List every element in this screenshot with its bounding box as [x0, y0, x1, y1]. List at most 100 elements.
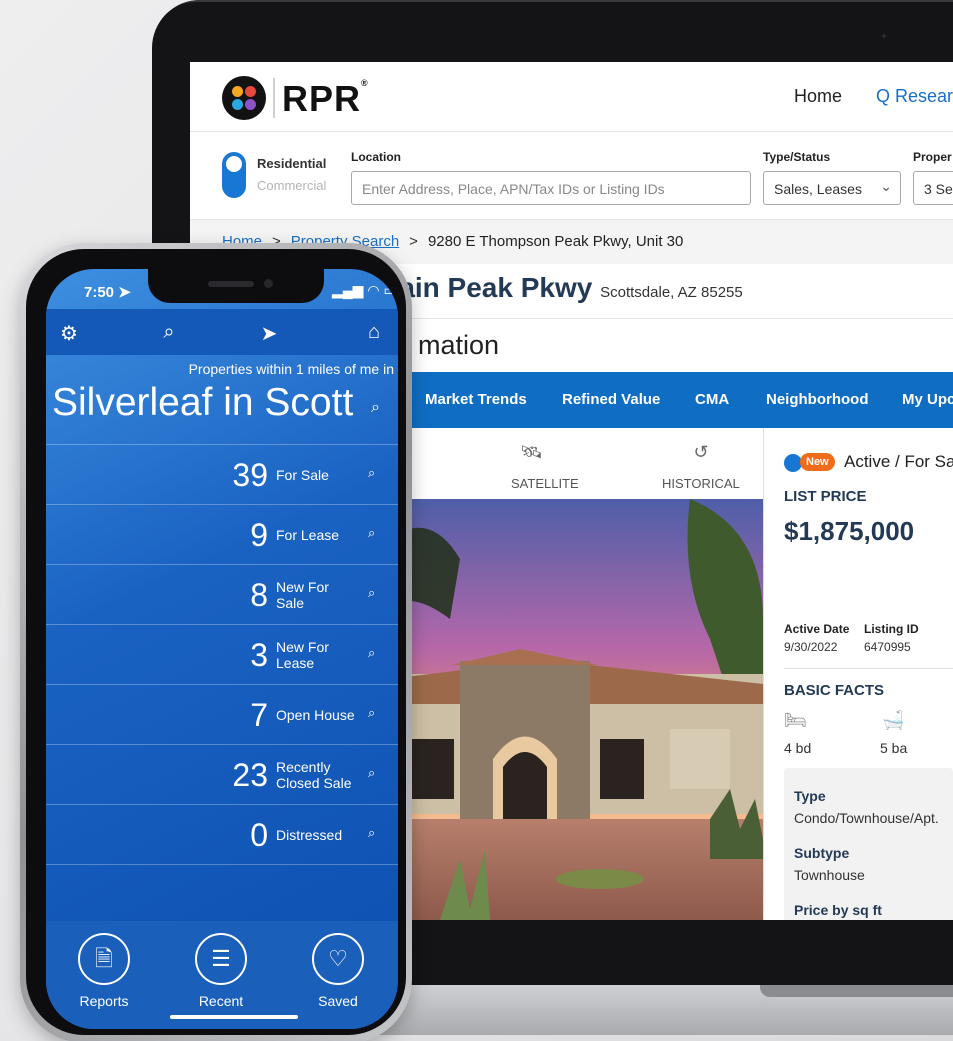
search-icon: ⌕ [368, 585, 376, 600]
list-item-for-lease[interactable]: 9 For Lease ⌕ [46, 505, 398, 565]
nav-research-link[interactable]: Q Resear [876, 86, 953, 107]
property-city: Scottsdale, AZ 85255 [600, 284, 743, 301]
nav-home-link[interactable]: Home [794, 86, 842, 107]
history-icon: ↺ [693, 442, 709, 462]
search-icon: ⌕ [368, 705, 376, 720]
listing-panel: New Active / For Sa LIST PRICE $1,875,00… [764, 428, 953, 920]
tab-refined-value[interactable]: Refined Value [562, 391, 660, 408]
search-icon: ⌕ [368, 825, 376, 840]
bath-icon: 🛁 [882, 710, 905, 730]
toggle-residential-label[interactable]: Residential [257, 156, 326, 171]
satellite-icon: 🛰 [520, 442, 543, 462]
list-item-new-for-lease[interactable]: 3 New For Lease ⌕ [46, 625, 398, 685]
bed-icon: 🛏 [784, 710, 807, 730]
subtype-label: Subtype [794, 845, 850, 861]
saved-heart-icon[interactable]: ♡ [312, 933, 364, 985]
property-type-select[interactable]: 3 Se [913, 171, 953, 205]
property-photo[interactable] [390, 499, 763, 920]
section-subtitle: mation [418, 330, 500, 360]
breadcrumb-current: 9280 E Thompson Peak Pkwy, Unit 30 [427, 233, 684, 250]
property-type-label: Proper [913, 150, 952, 164]
laptop-camera [882, 34, 886, 38]
chevron-down-icon: ⌄ [880, 178, 892, 194]
label: Distressed [276, 827, 343, 843]
count: 9 [250, 517, 268, 553]
baths-value: 5 ba [880, 740, 908, 756]
subtype-value: Townhouse [794, 867, 865, 883]
list-item-new-for-sale[interactable]: 8 New For Sale ⌕ [46, 565, 398, 625]
count: 8 [250, 577, 268, 613]
type-value: Condo/Townhouse/Apt. [794, 810, 939, 826]
neighborhood-search-icon[interactable]: ⌕ [371, 399, 380, 417]
app-toolbar [46, 309, 398, 355]
search-bar: Residential Commercial Location Enter Ad… [190, 132, 953, 220]
list-price-label: LIST PRICE [784, 488, 867, 505]
count: 0 [250, 817, 268, 853]
tab-reports[interactable]: Reports [64, 993, 144, 1009]
navigation-arrow-icon[interactable]: ➤ [256, 321, 282, 346]
new-badge: New [800, 453, 835, 471]
neighborhood-title[interactable]: Silverleaf in Scott [52, 381, 380, 425]
count: 39 [232, 457, 268, 493]
map-view-options: ET 🛰 SATELLITE ↺ HISTORICAL [390, 428, 763, 500]
count: 23 [232, 757, 268, 793]
search-icon: ⌕ [368, 765, 376, 780]
home-icon[interactable]: ⌂ [361, 321, 387, 344]
listing-id-label: Listing ID [864, 622, 919, 636]
active-date: 9/30/2022 [784, 640, 838, 654]
search-icon[interactable]: ⌕ [156, 321, 182, 344]
label: New For Sale [276, 579, 329, 611]
bottom-tab-bar: 🗎 Reports ☰ Recent ♡ Saved [46, 921, 398, 1029]
tab-recent[interactable]: Recent [181, 993, 261, 1009]
label: Open House [276, 707, 355, 723]
price-sqft-label: Price by sq ft [794, 902, 882, 918]
recent-list-icon[interactable]: ☰ [195, 933, 247, 985]
listing-id: 6470995 [864, 640, 911, 654]
list-price: $1,875,000 [784, 516, 915, 546]
tab-my-updates[interactable]: My Upc [902, 391, 953, 408]
label: New For Lease [276, 639, 329, 671]
toggle-commercial-label[interactable]: Commercial [257, 178, 326, 193]
label: For Lease [276, 527, 340, 543]
list-item-for-sale[interactable]: 39 For Sale ⌕ [46, 445, 398, 505]
search-icon: ⌕ [368, 525, 376, 540]
list-item-recently-closed[interactable]: 23 Recently Closed Sale ⌕ [46, 745, 398, 805]
tab-cma[interactable]: CMA [695, 391, 729, 408]
status-time: 7:50 ➤ [84, 284, 131, 301]
location-label: Location [351, 150, 401, 164]
location-input[interactable]: Enter Address, Place, APN/Tax IDs or Lis… [351, 171, 751, 205]
map-option-satellite[interactable]: SATELLITE [511, 476, 579, 491]
settings-gear-icon[interactable]: ⚙ [56, 321, 82, 346]
home-indicator [170, 1015, 298, 1019]
basic-facts-heading: BASIC FACTS [784, 682, 885, 699]
search-icon: ⌕ [368, 645, 376, 660]
map-option-historical[interactable]: HISTORICAL [662, 476, 740, 491]
property-facts-card: Type Condo/Townhouse/Apt. Subtype Townho… [784, 768, 953, 920]
brand-name: RPR® [282, 78, 369, 119]
active-date-label: Active Date [784, 622, 850, 636]
reports-document-icon[interactable]: 🗎 [78, 933, 130, 985]
tab-saved[interactable]: Saved [298, 993, 378, 1009]
phone-screen: 7:50 ➤ ▂▄▆ ◠ ▭ ⚙ ⌕ ➤ ⌂ Properties within… [46, 269, 398, 1029]
type-label: Type [794, 788, 826, 804]
property-address-title: tain Peak Pkwy Scottsdale, AZ 85255 [390, 272, 743, 303]
list-item-distressed[interactable]: 0 Distressed ⌕ [46, 805, 398, 865]
status-icons: ▂▄▆ ◠ ▭ [332, 282, 397, 298]
tab-neighborhood[interactable]: Neighborhood [766, 391, 868, 408]
count: 3 [250, 637, 268, 673]
listing-status: Active / For Sa [844, 452, 953, 471]
label: Recently Closed Sale [276, 759, 352, 791]
search-icon: ⌕ [368, 465, 376, 480]
property-class-toggle[interactable] [222, 152, 246, 198]
radius-caption: Properties within 1 miles of me in [188, 361, 394, 377]
list-item-open-house[interactable]: 7 Open House ⌕ [46, 685, 398, 745]
type-status-label: Type/Status [763, 150, 831, 164]
beds-value: 4 bd [784, 740, 812, 756]
top-nav: RPR® Home Q Resear [190, 62, 953, 132]
count: 7 [250, 697, 268, 733]
phone-frame: 7:50 ➤ ▂▄▆ ◠ ▭ ⚙ ⌕ ➤ ⌂ Properties within… [20, 243, 412, 1041]
type-status-select[interactable]: Sales, Leases ⌄ [763, 171, 901, 205]
rpr-logo-icon[interactable] [222, 76, 266, 120]
label: For Sale [276, 467, 329, 483]
tab-market-trends[interactable]: Market Trends [425, 391, 527, 408]
